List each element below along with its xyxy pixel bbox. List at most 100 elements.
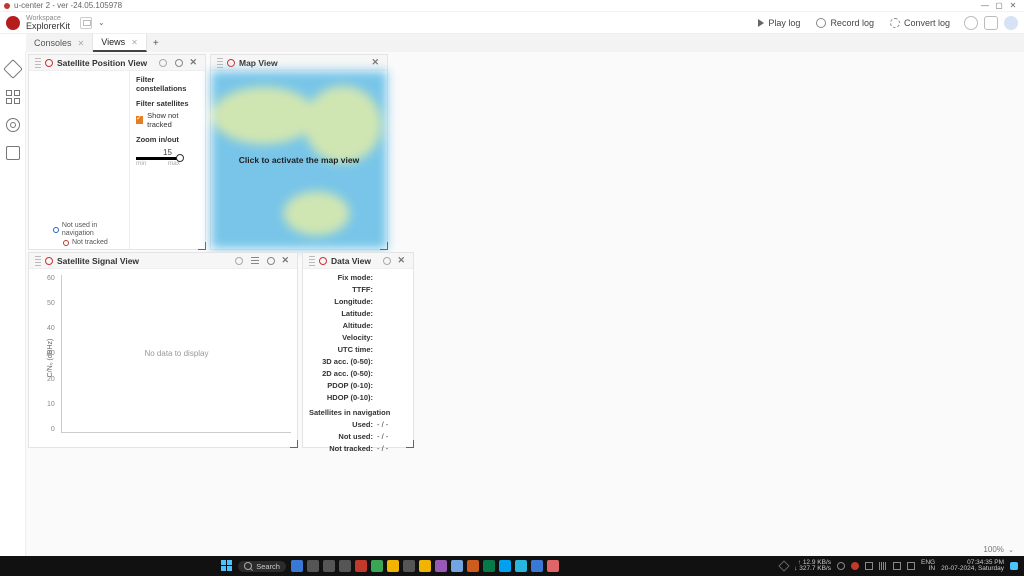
notifications-icon[interactable] bbox=[1010, 562, 1018, 570]
system-tray: ↑ 12.9 KB/s ↓ 327.7 KB/s ENG IN 07:34:35… bbox=[780, 560, 1018, 573]
sidebar-widgets-icon[interactable] bbox=[6, 90, 20, 104]
drag-handle-icon[interactable] bbox=[217, 58, 223, 68]
resize-handle-icon[interactable] bbox=[380, 242, 388, 250]
pin-icon[interactable] bbox=[235, 257, 243, 265]
pin-icon[interactable] bbox=[383, 257, 391, 265]
pin-icon[interactable] bbox=[159, 59, 167, 67]
taskbar-app-icon[interactable] bbox=[419, 560, 431, 572]
wifi-icon[interactable] bbox=[879, 562, 887, 570]
taskbar-clock[interactable]: 07:34:35 PM 20-07-2024, Saturday bbox=[941, 560, 1004, 573]
field-key: Velocity: bbox=[309, 333, 377, 342]
slider-thumb-icon[interactable] bbox=[176, 154, 184, 162]
taskbar-app-icon[interactable] bbox=[387, 560, 399, 572]
close-button[interactable]: ✕ bbox=[1006, 1, 1020, 10]
field-value bbox=[377, 357, 407, 366]
maximize-button[interactable]: ▢ bbox=[992, 1, 1006, 10]
zoom-header: Zoom in/out bbox=[136, 135, 199, 144]
drag-handle-icon[interactable] bbox=[35, 58, 41, 68]
field-key: Altitude: bbox=[309, 321, 377, 330]
taskbar-app-icon[interactable] bbox=[531, 560, 543, 572]
taskbar-app-icon[interactable] bbox=[547, 560, 559, 572]
resize-handle-icon[interactable] bbox=[198, 242, 206, 250]
workspace-selector[interactable]: Workspace ExplorerKit bbox=[26, 15, 70, 31]
ytick: 10 bbox=[47, 401, 55, 408]
panel-title: Data View bbox=[331, 256, 371, 266]
field-value: - / - bbox=[377, 444, 407, 453]
resize-handle-icon[interactable] bbox=[290, 440, 298, 448]
zoom-status[interactable]: 100% ⌄ bbox=[983, 545, 1014, 554]
minimize-button[interactable]: — bbox=[978, 1, 992, 10]
gear-icon[interactable] bbox=[267, 257, 275, 265]
map-area[interactable]: Click to activate the map view bbox=[211, 71, 387, 249]
tray-icon[interactable] bbox=[837, 562, 845, 570]
zoom-slider[interactable]: 15 minmax bbox=[136, 148, 199, 167]
close-panel-button[interactable]: ✕ bbox=[397, 255, 405, 266]
panel-title-bar[interactable]: Satellite Position View ✕ bbox=[29, 55, 205, 71]
search-placeholder: Search bbox=[256, 562, 280, 571]
tray-icon[interactable] bbox=[778, 560, 789, 571]
field-value bbox=[377, 345, 407, 354]
taskbar-search[interactable]: Search bbox=[238, 561, 286, 572]
close-icon[interactable]: ✕ bbox=[78, 39, 85, 48]
zoom-value: 15 bbox=[136, 148, 199, 157]
avatar[interactable] bbox=[1004, 16, 1018, 30]
close-icon[interactable]: ✕ bbox=[131, 38, 138, 47]
taskbar-app-icon[interactable] bbox=[355, 560, 367, 572]
field-key: Fix mode: bbox=[309, 273, 377, 282]
convert-log-button[interactable]: Convert log bbox=[890, 18, 950, 28]
sidebar-target-icon[interactable] bbox=[6, 118, 20, 132]
panel-title-bar[interactable]: Map View ✕ bbox=[211, 55, 387, 71]
play-log-button[interactable]: Play log bbox=[758, 18, 800, 28]
taskbar-app-icon[interactable] bbox=[403, 560, 415, 572]
start-button[interactable] bbox=[221, 560, 233, 572]
tab-views-label: Views bbox=[101, 37, 125, 47]
gear-icon[interactable] bbox=[175, 59, 183, 67]
tab-consoles[interactable]: Consoles ✕ bbox=[26, 34, 93, 52]
taskbar-app-icon[interactable] bbox=[291, 560, 303, 572]
tab-views[interactable]: Views ✕ bbox=[93, 34, 147, 52]
sidebar-briefcase-icon[interactable] bbox=[6, 146, 20, 160]
sidebar-chip-icon[interactable] bbox=[3, 59, 23, 79]
field-key: Longitude: bbox=[309, 297, 377, 306]
show-not-tracked-checkbox[interactable]: Show not tracked bbox=[136, 111, 199, 129]
close-panel-button[interactable]: ✕ bbox=[371, 57, 379, 68]
panel-title-bar[interactable]: Data View ✕ bbox=[303, 253, 413, 269]
resize-handle-icon[interactable] bbox=[406, 440, 414, 448]
panel-title-bar[interactable]: Satellite Signal View ✕ bbox=[29, 253, 297, 269]
field-value bbox=[377, 321, 407, 330]
taskbar-app-icon[interactable] bbox=[515, 560, 527, 572]
record-log-button[interactable]: Record log bbox=[816, 18, 874, 28]
tray-icon[interactable] bbox=[865, 562, 873, 570]
taskbar-app-icon[interactable] bbox=[499, 560, 511, 572]
left-sidebar bbox=[0, 52, 26, 556]
settings-icon[interactable] bbox=[984, 16, 998, 30]
taskbar-app-icon[interactable] bbox=[307, 560, 319, 572]
folder-icon[interactable] bbox=[80, 17, 92, 29]
taskbar-app-icon[interactable] bbox=[467, 560, 479, 572]
workspace-name: ExplorerKit bbox=[26, 22, 70, 31]
volume-icon[interactable] bbox=[893, 562, 901, 570]
taskbar-app-icon[interactable] bbox=[483, 560, 495, 572]
add-tab-button[interactable]: + bbox=[147, 34, 165, 52]
filter-satellites-header: Filter satellites bbox=[136, 99, 199, 108]
tray-icon[interactable] bbox=[851, 562, 859, 570]
taskbar-app-icon[interactable] bbox=[371, 560, 383, 572]
taskbar-app-icon[interactable] bbox=[339, 560, 351, 572]
taskbar-app-icon[interactable] bbox=[451, 560, 463, 572]
list-icon[interactable] bbox=[251, 257, 259, 265]
taskbar-app-icon[interactable] bbox=[323, 560, 335, 572]
panel-title: Map View bbox=[239, 58, 278, 68]
close-panel-button[interactable]: ✕ bbox=[189, 57, 197, 68]
field-key: Used: bbox=[309, 420, 377, 429]
drag-handle-icon[interactable] bbox=[309, 256, 315, 266]
help-icon[interactable] bbox=[964, 16, 978, 30]
field-key: TTFF: bbox=[309, 285, 377, 294]
close-panel-button[interactable]: ✕ bbox=[281, 255, 289, 266]
battery-icon[interactable] bbox=[907, 562, 915, 570]
data-field-row: Velocity: bbox=[309, 333, 407, 342]
taskbar-app-icon[interactable] bbox=[435, 560, 447, 572]
chevron-down-icon: ⌄ bbox=[1008, 547, 1014, 554]
chevron-down-icon[interactable]: ⌄ bbox=[98, 18, 105, 27]
drag-handle-icon[interactable] bbox=[35, 256, 41, 266]
language-indicator[interactable]: ENG IN bbox=[921, 560, 935, 573]
